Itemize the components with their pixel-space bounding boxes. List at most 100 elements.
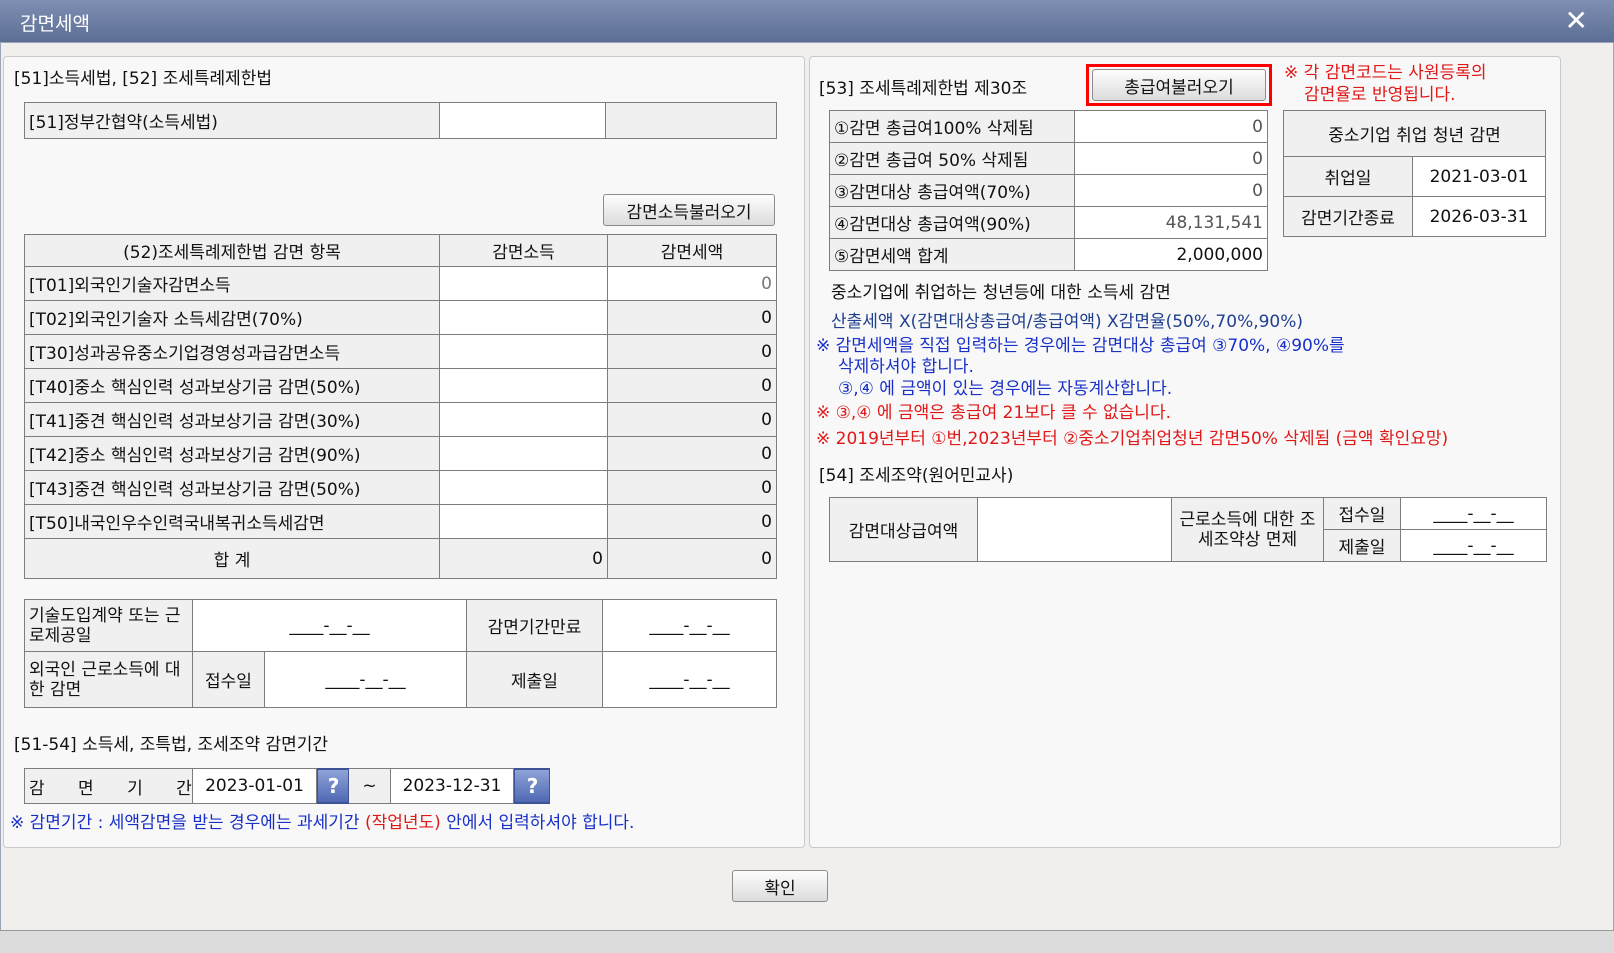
period-note: ※ 감면기간 : 세액감면을 받는 경우에는 과세기간 (작업년도) 안에서 입… xyxy=(10,808,634,833)
confirm-button[interactable]: 확인 xyxy=(732,870,828,902)
help-icon[interactable]: ? xyxy=(317,769,348,803)
table53-value[interactable]: 0 xyxy=(1074,142,1268,175)
table53-label: ④감면대상 총급여액(90%) xyxy=(829,206,1075,239)
table52-row-label: [T40]중소 핵심인력 성과보상기금 감면(50%) xyxy=(24,368,440,403)
desc-title: 중소기업에 취업하는 청년등에 대한 소득세 감면 xyxy=(831,283,1171,303)
table53-label: ②감면 총급여 50% 삭제됨 xyxy=(829,142,1075,175)
period-label: 감 면 기 간 xyxy=(24,768,193,804)
table52-row-label: [T50]내국인우수인력국내복귀소득세감면 xyxy=(24,504,440,539)
table52-row-label: [T41]중견 핵심인력 성과보상기금 감면(30%) xyxy=(24,402,440,437)
receipt-date-label: 접수일 xyxy=(192,651,265,708)
treaty-receipt-label: 접수일 xyxy=(1323,497,1401,530)
table52-total-income: 0 xyxy=(439,538,608,579)
formula: 산출세액 X(감면대상총급여/총급여액) X감면율(50%,70%,90%) xyxy=(831,312,1304,332)
treaty-receipt-input[interactable]: ____-__-__ xyxy=(1400,497,1547,530)
load-reduction-income-button[interactable]: 감면소득불러오기 xyxy=(603,194,775,226)
table52-tax-field: 0 xyxy=(607,334,777,369)
help-icon[interactable]: ? xyxy=(514,769,549,803)
red-note-line2: 감면율로 반영됩니다. xyxy=(1304,85,1456,105)
table52-row-label: [T30]성과공유중소기업경영성과급감면소득 xyxy=(24,334,440,369)
row51-income-input[interactable] xyxy=(439,102,606,139)
expire-date-input[interactable]: ____-__-__ xyxy=(602,599,777,652)
table52-row-label: [T02]외국인기술자 소득세감면(70%) xyxy=(24,300,440,335)
table52-row-label: [T42]중소 핵심인력 성과보상기금 감면(90%) xyxy=(24,436,440,471)
red-note-4: ※ 2019년부터 ①번,2023년부터 ②중소기업취업청년 감면50% 삭제됨… xyxy=(816,429,1449,449)
table53-label: ⑤감면세액 합계 xyxy=(829,238,1075,271)
submit-date-input[interactable]: ____-__-__ xyxy=(602,651,777,708)
table53-label: ③감면대상 총급여액(70%) xyxy=(829,174,1075,207)
treaty-submit-input[interactable]: ____-__-__ xyxy=(1400,529,1547,562)
youth-title: 중소기업 취업 청년 감면 xyxy=(1283,110,1546,157)
period-start-help-cell: ? xyxy=(316,768,349,804)
period-start-input[interactable]: 2023-01-01 xyxy=(192,768,317,804)
contract-date-label: 기술도입계약 또는 근로제공일 xyxy=(24,599,193,652)
period-note-suffix: 안에서 입력하셔야 합니다. xyxy=(446,813,635,833)
table52-total-tax: 0 xyxy=(607,538,777,579)
table52-income-input[interactable] xyxy=(439,504,608,539)
close-icon[interactable]: ✕ xyxy=(1565,4,1588,37)
table-51: [51]정부간협약(소득세법) xyxy=(24,102,777,139)
table52-row-label: [T43]중견 핵심인력 성과보상기금 감면(50%) xyxy=(24,470,440,505)
period-section-title: [51-54] 소득세, 조특법, 조세조약 감면기간 xyxy=(14,735,329,755)
period-note-red: (작업년도) xyxy=(364,813,441,833)
table52-income-input[interactable] xyxy=(439,300,608,335)
table52-row-label: [T01]외국인기술자감면소득 xyxy=(24,266,440,301)
table52-income-input[interactable] xyxy=(439,368,608,403)
table52-tax-field: 0 xyxy=(607,402,777,437)
contract-date-input[interactable]: ____-__-__ xyxy=(192,599,467,652)
table52-header-income: 감면소득 xyxy=(439,234,608,267)
section-53-title: [53] 조세특례제한법 제30조 xyxy=(819,79,1028,99)
expire-date-label: 감면기간만료 xyxy=(466,599,603,652)
table52-income-input[interactable] xyxy=(439,266,608,301)
receipt-date-input[interactable]: ____-__-__ xyxy=(264,651,467,708)
period-row: 감 면 기 간 2023-01-01 ? ~ 2023-12-31 ? xyxy=(24,768,550,804)
period-tilde: ~ xyxy=(348,768,391,804)
youth-table: 중소기업 취업 청년 감면 취업일 2021-03-01 감면기간종료 2026… xyxy=(1283,110,1546,237)
row51-tax-field xyxy=(605,102,777,139)
red-note-3: ※ ③,④ 에 금액은 총급여 21보다 클 수 없습니다. xyxy=(816,403,1171,423)
load-total-pay-button[interactable]: 총급여불러오기 xyxy=(1092,69,1266,101)
table53-value[interactable]: 48,131,541 xyxy=(1074,206,1268,239)
foreign-income-label: 외국인 근로소득에 대한 감면 xyxy=(24,651,193,708)
table-52: (52)조세특례제한법 감면 항목 감면소득 감면세액 [T01]외국인기술자감… xyxy=(24,234,777,579)
table52-header-item: (52)조세특례제한법 감면 항목 xyxy=(24,234,440,267)
table52-total-label: 합 계 xyxy=(24,538,440,579)
table53-value[interactable]: 2,000,000 xyxy=(1074,238,1268,271)
red-note-top: ※ 각 감면코드는 사원등록의 감면율로 반영됩니다. xyxy=(1284,62,1487,106)
table52-income-input[interactable] xyxy=(439,334,608,369)
treaty-target-label: 감면대상급여액 xyxy=(829,497,978,562)
red-note-line1: ※ 각 감면코드는 사원등록의 xyxy=(1284,63,1487,83)
treaty-exempt-label: 근로소득에 대한 조세조약상 면제 xyxy=(1171,497,1324,562)
submit-date-label: 제출일 xyxy=(466,651,603,708)
row51-label: [51]정부간협약(소득세법) xyxy=(24,102,440,139)
table52-tax-field: 0 xyxy=(607,504,777,539)
period-end-help-cell: ? xyxy=(513,768,550,804)
hire-date-value[interactable]: 2021-03-01 xyxy=(1412,156,1546,197)
table53-value[interactable]: 0 xyxy=(1074,174,1268,207)
table-53: ①감면 총급여100% 삭제됨 0 ②감면 총급여 50% 삭제됨 0 ③감면대… xyxy=(829,110,1268,271)
section-51-52-title: [51]소득세법, [52] 조세특례제한법 xyxy=(14,69,273,89)
treaty-table: 감면대상급여액 근로소득에 대한 조세조약상 면제 접수일 ____-__-__… xyxy=(829,497,1547,562)
period-note-prefix: ※ 감면기간 : 세액감면을 받는 경우에는 과세기간 xyxy=(10,813,360,833)
table52-header-tax: 감면세액 xyxy=(607,234,777,267)
table53-value[interactable]: 0 xyxy=(1074,110,1268,143)
title-bar: 감면세액 ✕ xyxy=(0,0,1614,42)
window-title: 감면세액 xyxy=(20,13,90,35)
table52-tax-input[interactable]: 0 xyxy=(607,266,777,301)
table52-income-input[interactable] xyxy=(439,470,608,505)
table52-tax-field: 0 xyxy=(607,368,777,403)
table52-income-input[interactable] xyxy=(439,402,608,437)
treaty-submit-label: 제출일 xyxy=(1323,529,1401,562)
hire-date-label: 취업일 xyxy=(1283,156,1413,197)
table52-tax-field: 0 xyxy=(607,300,777,335)
table52-income-input[interactable] xyxy=(439,436,608,471)
end-date-label: 감면기간종료 xyxy=(1283,196,1413,237)
blue-note-3: ③,④ 에 금액이 있는 경우에는 자동계산합니다. xyxy=(838,379,1173,399)
table52-tax-field: 0 xyxy=(607,470,777,505)
period-end-input[interactable]: 2023-12-31 xyxy=(390,768,514,804)
table53-label: ①감면 총급여100% 삭제됨 xyxy=(829,110,1075,143)
end-date-value[interactable]: 2026-03-31 xyxy=(1412,196,1546,237)
table52-tax-field: 0 xyxy=(607,436,777,471)
treaty-target-input[interactable] xyxy=(977,497,1172,562)
section-54-title: [54] 조세조약(원어민교사) xyxy=(819,466,1014,486)
